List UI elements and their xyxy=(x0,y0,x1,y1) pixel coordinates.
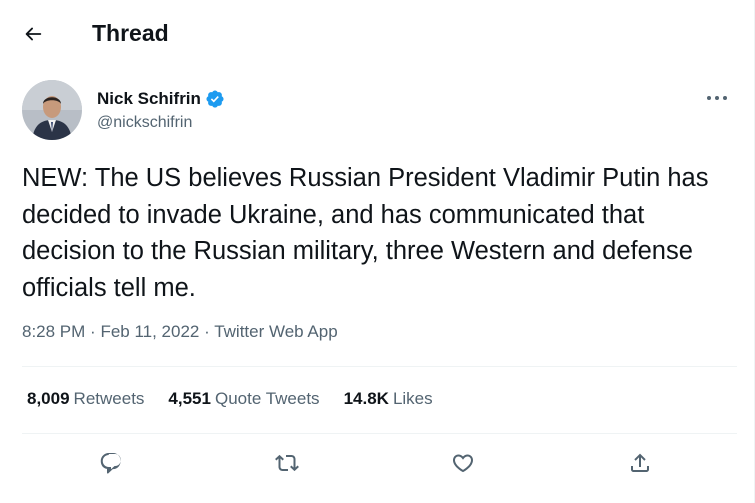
likes-stat[interactable]: 14.8K Likes xyxy=(344,389,433,409)
tweet-source[interactable]: Twitter Web App xyxy=(214,322,337,341)
page-title: Thread xyxy=(92,20,169,46)
retweets-stat[interactable]: 8,009 Retweets xyxy=(27,389,144,409)
author-name-text: Nick Schifrin xyxy=(97,89,201,108)
verified-badge-icon xyxy=(205,89,225,109)
more-options-button[interactable] xyxy=(700,84,734,112)
tweet-text: NEW: The US believes Russian President V… xyxy=(22,164,709,302)
reply-button[interactable] xyxy=(92,444,130,482)
retweet-button[interactable] xyxy=(268,444,306,482)
avatar-photo xyxy=(22,80,82,140)
tweet-stats: 8,009 Retweets 4,551 Quote Tweets 14.8K Lik… xyxy=(27,389,457,409)
author-handle[interactable]: @nickschifrin xyxy=(97,114,192,132)
tweet-meta: 8:28 PM · Feb 11, 2022 · Twitter Web App xyxy=(22,322,338,342)
likes-label: Likes xyxy=(392,389,433,408)
retweets-count: 8,009 xyxy=(27,389,70,408)
avatar[interactable] xyxy=(22,80,82,140)
share-button[interactable] xyxy=(621,444,659,482)
divider xyxy=(22,433,737,434)
tweet-time[interactable]: 8:28 PM xyxy=(22,322,85,341)
like-icon xyxy=(452,454,474,473)
more-dots-icon xyxy=(707,96,727,100)
like-button[interactable] xyxy=(444,444,482,482)
reply-icon xyxy=(100,453,121,474)
divider xyxy=(22,366,737,367)
tweet-date[interactable]: Feb 11, 2022 xyxy=(100,322,199,341)
quote-tweets-label: Quote Tweets xyxy=(214,389,320,408)
tweet-actions xyxy=(22,440,737,486)
retweets-label: Retweets xyxy=(73,389,145,408)
arrow-left-icon xyxy=(25,27,42,41)
share-icon xyxy=(631,453,649,472)
meta-separator: · xyxy=(90,322,101,341)
back-button[interactable] xyxy=(15,16,51,52)
author-name[interactable]: Nick Schifrin xyxy=(97,89,225,109)
likes-count: 14.8K xyxy=(343,389,389,408)
quote-tweets-stat[interactable]: 4,551 Quote Tweets xyxy=(168,389,319,409)
tweet-thread-page: Thread Nick Schifrin @nickschifrin NEW: … xyxy=(0,0,755,503)
quote-tweets-count: 4,551 xyxy=(168,389,211,408)
thread-header: Thread xyxy=(0,0,754,66)
meta-separator: · xyxy=(204,322,215,341)
retweet-icon xyxy=(275,454,299,472)
